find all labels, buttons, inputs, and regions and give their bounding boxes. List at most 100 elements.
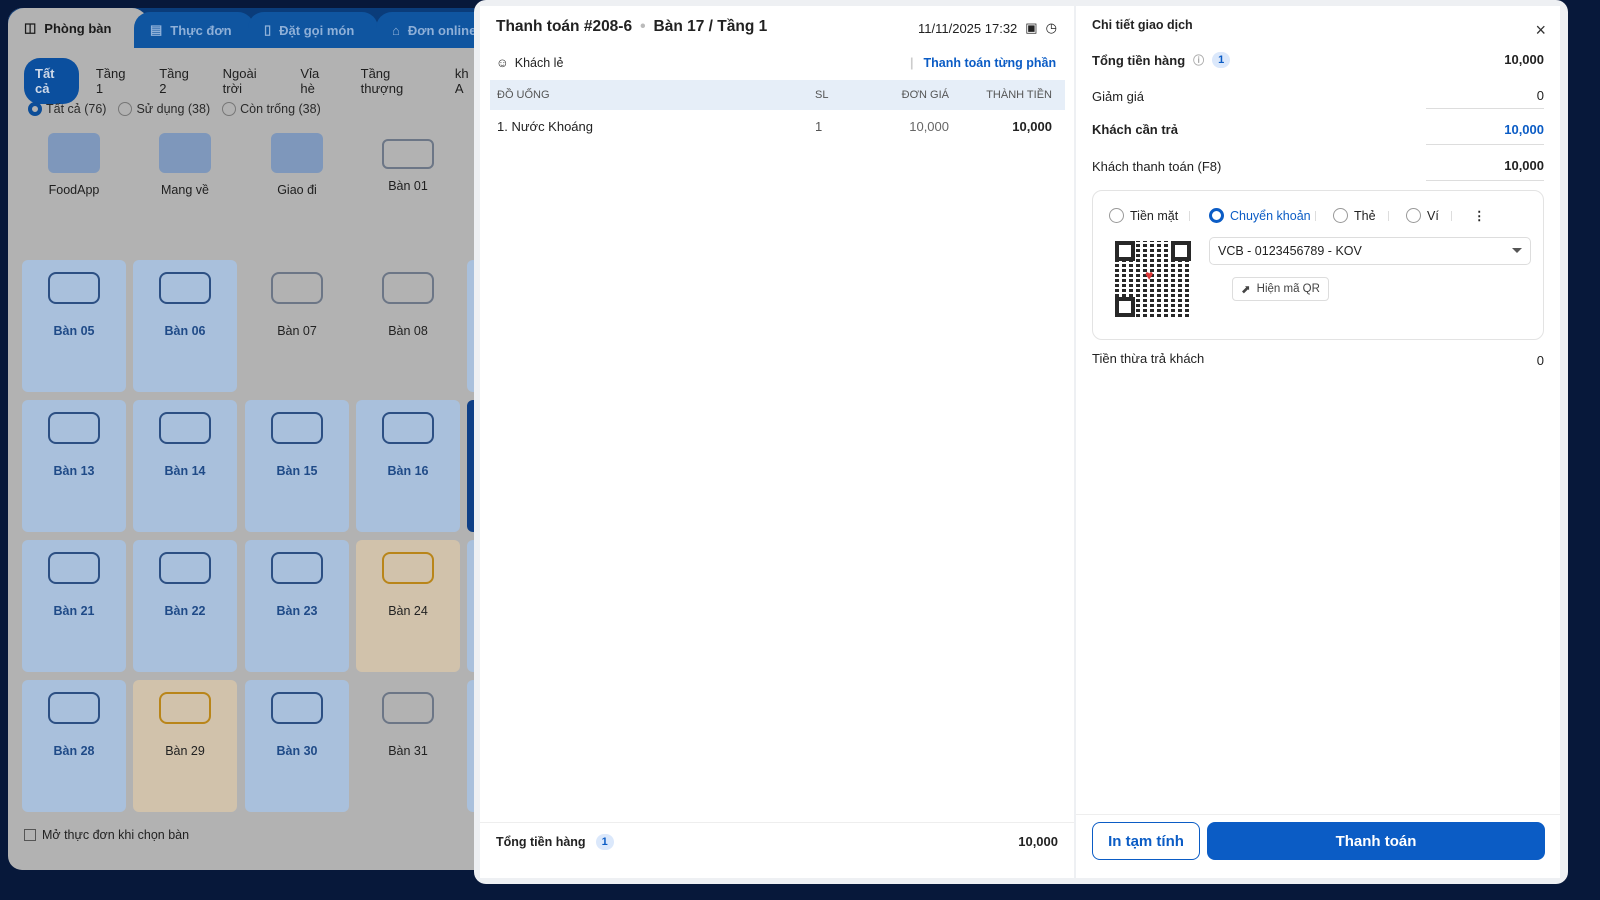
service-icon — [159, 133, 211, 173]
floor-tab[interactable]: Ngoài trời — [212, 58, 284, 104]
phone-order-icon: ▯ — [264, 22, 272, 37]
open-menu-checkbox[interactable]: Mở thực đơn khi chọn bàn — [24, 828, 189, 842]
transaction-detail: Chi tiết giao dịch × Tổng tiền hàng ⓘ 1 10… — [1076, 6, 1560, 878]
customer[interactable]: ☺ Khách lẻ — [496, 56, 563, 70]
table-card[interactable]: Bàn 05 — [22, 260, 126, 392]
table-card[interactable]: Bàn 31 — [356, 680, 460, 812]
order-footer-total: 10,000 — [1018, 834, 1058, 849]
table-icon — [159, 272, 211, 304]
floor-tab[interactable]: Tất cả — [24, 58, 79, 104]
table-icon: ◫ — [24, 20, 37, 35]
main-tabs: ◫ Phòng bàn ▤ Thực đơn ▯ Đặt gọi món ⌂ Đơn o… — [8, 8, 488, 48]
filter-all[interactable]: Tất cả (76) — [28, 102, 106, 116]
bag-icon: ⌂ — [392, 22, 400, 38]
table-icon — [382, 412, 434, 444]
table-card[interactable]: Bàn 08 — [356, 260, 460, 392]
table-icon — [159, 412, 211, 444]
method-wallet[interactable]: Ví — [1406, 208, 1439, 223]
bank-account-select[interactable]: VCB - 0123456789 - KOV — [1209, 237, 1531, 265]
menu-icon: ▤ — [150, 22, 163, 37]
print-temp-button[interactable]: In tạm tính — [1092, 822, 1200, 860]
table-icon — [271, 272, 323, 304]
table-card[interactable]: Bàn 16 — [356, 400, 460, 532]
table-icon — [159, 552, 211, 584]
more-icon[interactable]: ⋮ — [1473, 208, 1486, 223]
table-icon — [48, 272, 100, 304]
change-value: 0 — [1536, 353, 1544, 368]
tab-order[interactable]: ▯ Đặt gọi món — [248, 12, 378, 48]
table-panel: ◫ Phòng bàn ▤ Thực đơn ▯ Đặt gọi món ⌂ Đơn o… — [8, 8, 488, 870]
pay-button[interactable]: Thanh toán — [1207, 822, 1545, 860]
service-3[interactable]: Bàn 01 — [356, 133, 460, 193]
service-icon — [382, 139, 434, 169]
tab-online[interactable]: ⌂ Đơn online — [376, 12, 488, 48]
subtotal-label: Tổng tiền hàng ⓘ 1 — [1092, 52, 1231, 68]
table-icon — [271, 412, 323, 444]
split-payment-link[interactable]: | Thanh toán từng phần — [910, 56, 1056, 70]
table-card[interactable]: Bàn 29 — [133, 680, 237, 812]
paid-input[interactable]: 10,000 — [1504, 158, 1544, 173]
table-card[interactable]: Bàn 06 — [133, 260, 237, 392]
discount-input[interactable]: 0 — [1537, 88, 1544, 103]
order-datetime[interactable]: 11/11/2025 17:32 ▣ ◷ — [918, 20, 1057, 36]
discount-label: Giảm giá — [1092, 89, 1145, 104]
table-icon — [48, 692, 100, 724]
table-card[interactable]: Bàn 14 — [133, 400, 237, 532]
table-icon — [382, 272, 434, 304]
filter-used[interactable]: Sử dụng (38) — [118, 102, 210, 116]
service-icon — [48, 133, 100, 173]
filter-empty[interactable]: Còn trống (38) — [222, 102, 321, 116]
order-footer-label: Tổng tiền hàng 1 — [496, 834, 614, 850]
expand-icon: ⬈ — [1241, 284, 1251, 296]
close-icon[interactable]: × — [1535, 20, 1546, 41]
service-2[interactable]: Giao đi — [245, 133, 349, 197]
info-icon: ⓘ — [1193, 55, 1205, 67]
tab-menu[interactable]: ▤ Thực đơn — [134, 12, 254, 48]
table-card[interactable]: Bàn 15 — [245, 400, 349, 532]
method-cash[interactable]: Tiền mặt — [1109, 208, 1178, 223]
status-filters: Tất cả (76) Sử dụng (38) Còn trống (38) — [28, 102, 321, 116]
order-panel: Thanh toán #208-6 • Bàn 17 / Tầng 1 11/11/… — [480, 6, 1074, 878]
order-title: Thanh toán #208-6 • Bàn 17 / Tầng 1 — [496, 18, 768, 35]
table-card[interactable]: Bàn 24 — [356, 540, 460, 672]
table-card[interactable]: Bàn 21 — [22, 540, 126, 672]
detail-title: Chi tiết giao dịch — [1092, 18, 1193, 32]
floor-tabs: Tất cả Tầng 1 Tầng 2 Ngoài trời Vỉa hè Tầng t… — [24, 58, 488, 104]
items-table-header: ĐỒ UỐNG SL ĐƠN GIÁ THÀNH TIỀN — [490, 80, 1065, 110]
table-icon — [159, 692, 211, 724]
user-icon: ☺ — [496, 56, 509, 70]
service-1[interactable]: Mang về — [133, 133, 237, 197]
method-card[interactable]: Thẻ — [1333, 208, 1376, 223]
subtotal-value: 10,000 — [1504, 52, 1544, 67]
table-card[interactable]: Bàn 13 — [22, 400, 126, 532]
tab-tables[interactable]: ◫ Phòng bàn — [8, 8, 148, 48]
floor-tab[interactable]: Tầng 2 — [148, 58, 205, 104]
method-transfer[interactable]: Chuyển khoản — [1209, 208, 1311, 223]
service-0[interactable]: FoodApp — [22, 133, 126, 197]
change-label: Tiền thừa trả khách — [1092, 351, 1205, 366]
chevron-down-icon — [1512, 248, 1522, 258]
floor-tab[interactable]: Tầng thượng — [350, 58, 438, 104]
table-card[interactable]: Bàn 22 — [133, 540, 237, 672]
table-icon — [271, 692, 323, 724]
table-icon — [382, 552, 434, 584]
show-qr-button[interactable]: ⬈ Hiện mã QR — [1232, 277, 1329, 301]
table-row[interactable]: 1. Nước Khoáng 1 10,000 10,000 — [490, 110, 1065, 144]
table-card[interactable]: Bàn 30 — [245, 680, 349, 812]
table-icon — [382, 692, 434, 724]
table-card[interactable]: Bàn 28 — [22, 680, 126, 812]
paid-label: Khách thanh toán (F8) — [1092, 159, 1222, 174]
table-icon — [271, 552, 323, 584]
payment-method-box: Tiền mặt Chuyển khoản Thẻ Ví ⋮ ♥ VCB - 0… — [1092, 190, 1544, 340]
table-card[interactable]: Bàn 07 — [245, 260, 349, 392]
table-card[interactable]: Bàn 23 — [245, 540, 349, 672]
floor-tab[interactable]: Vỉa hè — [289, 58, 343, 104]
table-icon — [48, 552, 100, 584]
floor-tab[interactable]: Tầng 1 — [85, 58, 142, 104]
calendar-icon: ▣ — [1025, 20, 1038, 35]
qr-code: ♥ — [1115, 241, 1191, 317]
clock-icon: ◷ — [1045, 20, 1057, 35]
due-label: Khách cần trả — [1092, 122, 1178, 137]
service-icon — [271, 133, 323, 173]
table-icon — [48, 412, 100, 444]
